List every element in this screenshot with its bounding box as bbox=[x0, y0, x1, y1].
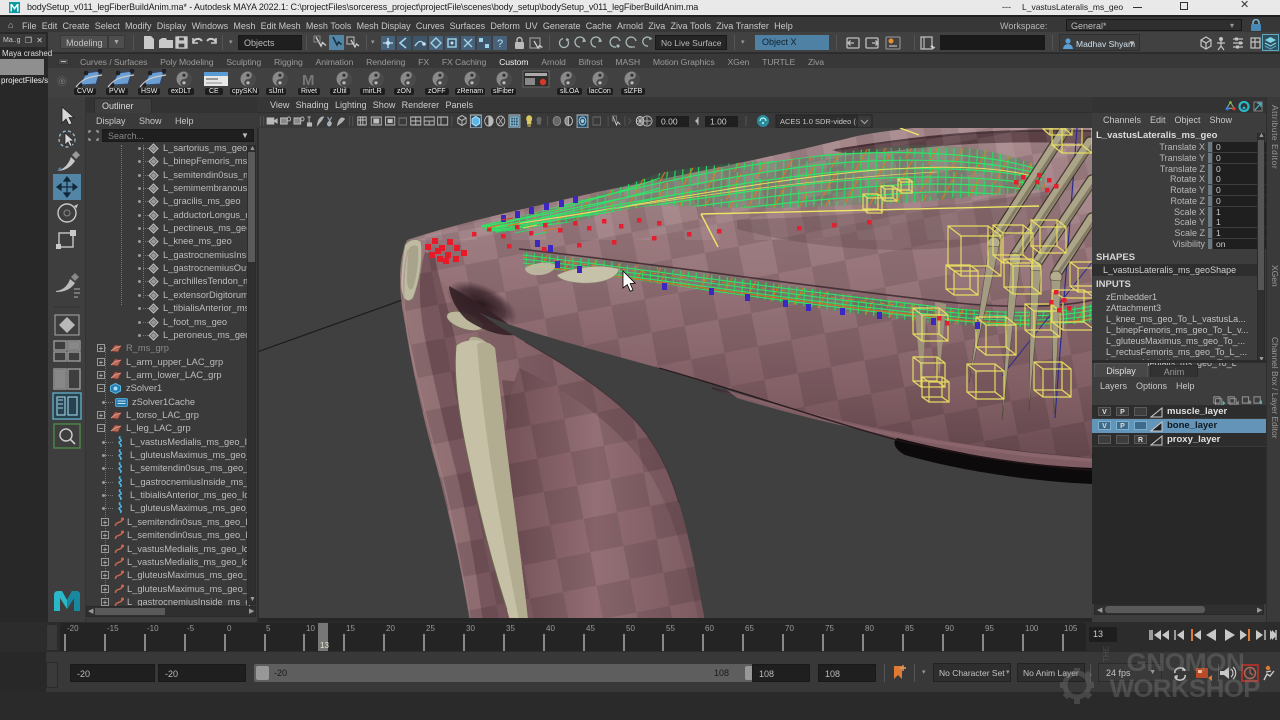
svg-text:M: M bbox=[302, 72, 315, 89]
svg-text:?: ? bbox=[497, 38, 503, 50]
svg-text:GNOMON: GNOMON bbox=[1127, 650, 1245, 677]
svg-text:THE: THE bbox=[1102, 646, 1111, 662]
svg-text:WORKSHOP: WORKSHOP bbox=[1110, 675, 1261, 703]
svg-text:1.00: 1.00 bbox=[710, 117, 727, 127]
svg-text:0.00: 0.00 bbox=[661, 117, 678, 127]
